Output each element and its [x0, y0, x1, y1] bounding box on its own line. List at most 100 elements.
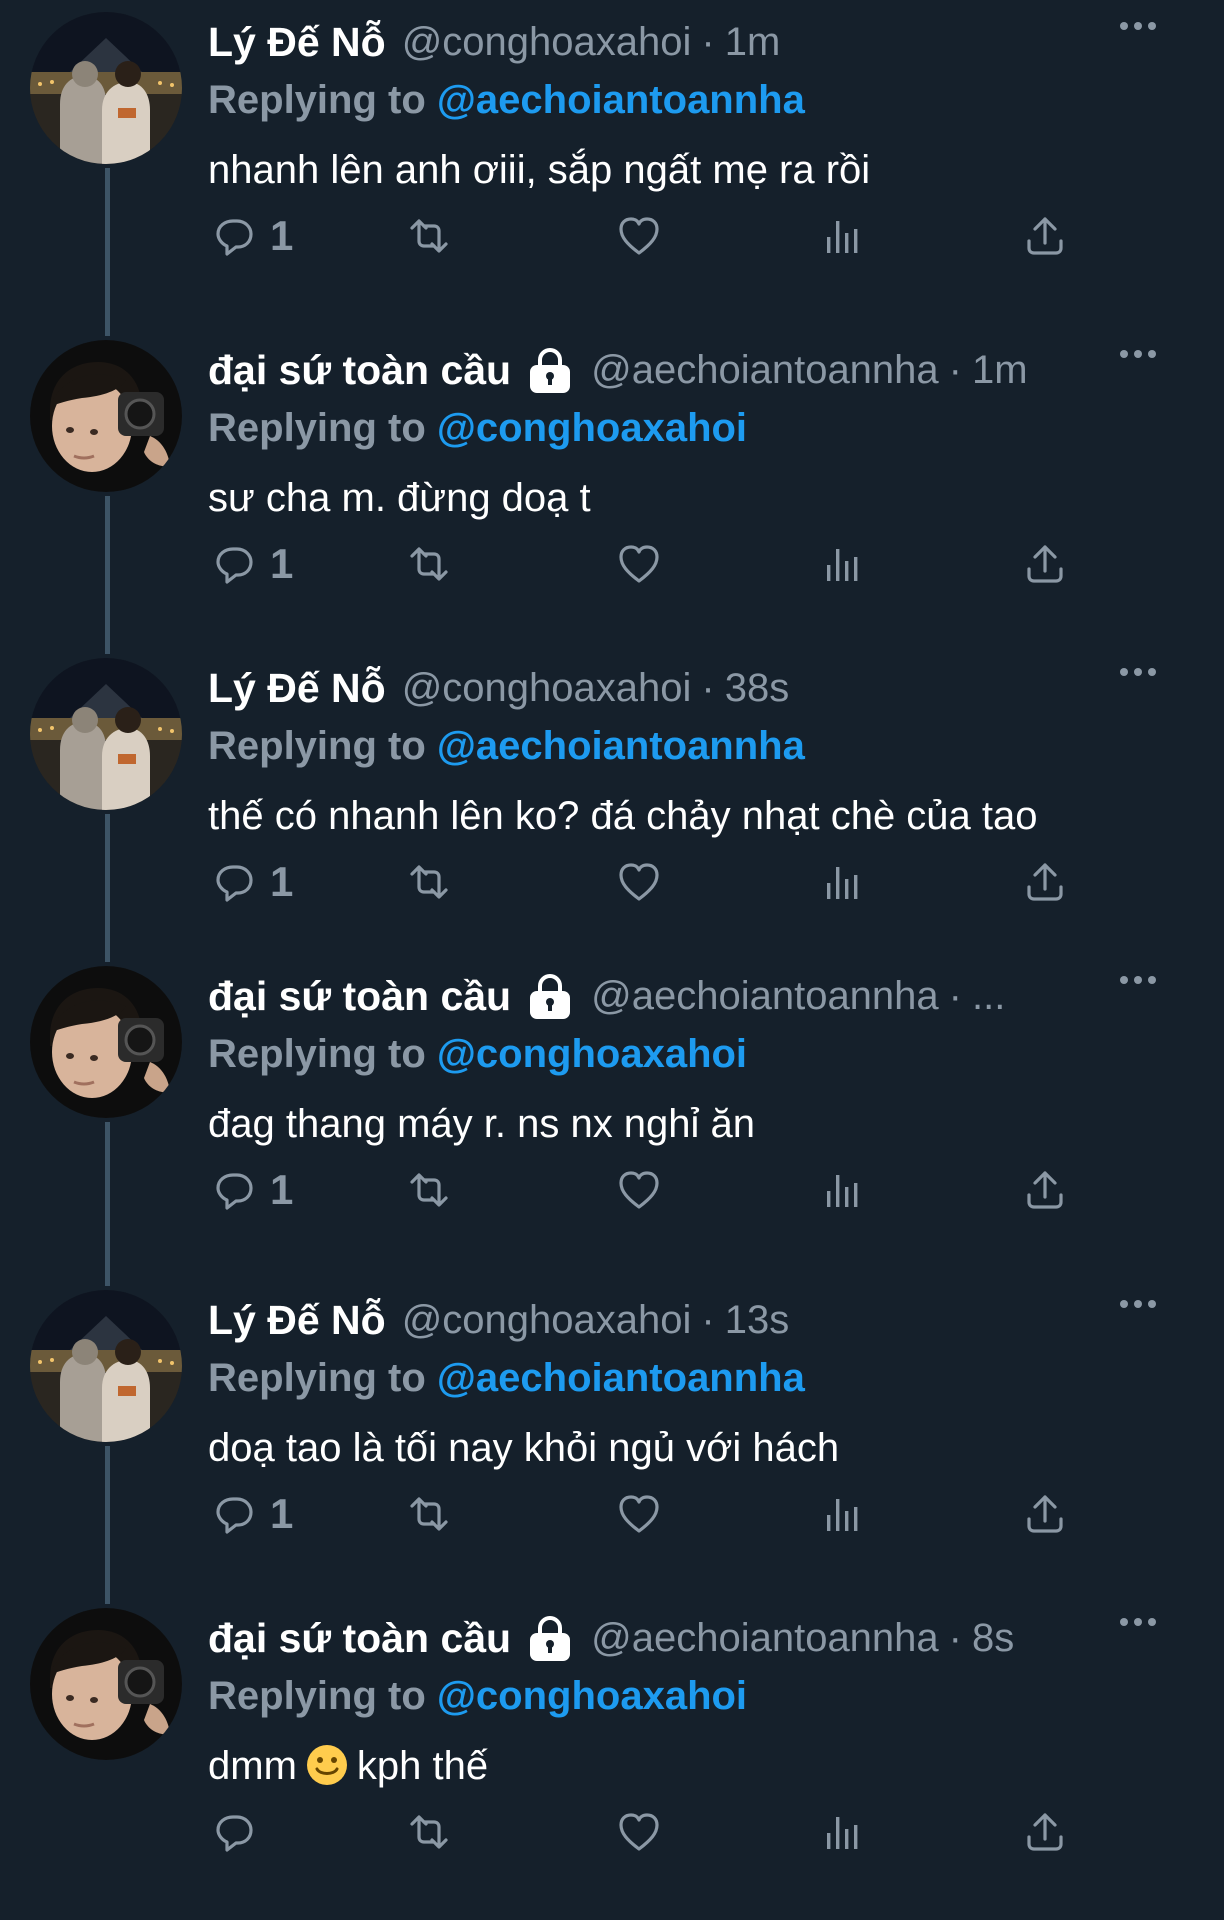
- share-button[interactable]: [1022, 208, 1068, 264]
- timestamp[interactable]: 8s: [972, 1616, 1014, 1661]
- views-button[interactable]: [820, 536, 866, 592]
- more-icon[interactable]: [1118, 16, 1158, 36]
- timestamp[interactable]: 1m: [972, 348, 1028, 393]
- replying-to-mention[interactable]: @conghoaxahoi: [437, 1032, 747, 1076]
- user-handle[interactable]: @aechoiantoannha: [591, 974, 939, 1019]
- analytics-icon: [820, 859, 866, 905]
- tweet[interactable]: đại sứ toàn cầu @aechoiantoannha ·... Reply…: [0, 966, 1224, 1290]
- user-handle[interactable]: @conghoaxahoi: [402, 20, 692, 65]
- display-name[interactable]: Lý Đế Nỗ: [208, 1297, 386, 1344]
- reply-count: 1: [270, 1490, 294, 1537]
- more-icon[interactable]: [1118, 1294, 1158, 1314]
- replying-to-mention[interactable]: @aechoiantoannha: [437, 78, 805, 122]
- tweet-header: Lý Đế Nỗ @conghoaxahoi · 13s: [208, 1290, 1208, 1350]
- tweet-body: Lý Đế Nỗ @conghoaxahoi · 38s Replying to @ae…: [208, 658, 1208, 846]
- more-icon[interactable]: [1118, 970, 1158, 990]
- avatar-conghoaxahoi[interactable]: [30, 1290, 182, 1442]
- display-name[interactable]: Lý Đế Nỗ: [208, 665, 386, 712]
- display-name[interactable]: đại sứ toàn cầu: [208, 347, 511, 394]
- retweet-button[interactable]: [406, 854, 452, 910]
- user-handle[interactable]: @conghoaxahoi: [402, 1298, 692, 1343]
- more-icon[interactable]: [1118, 662, 1158, 682]
- heart-icon: [616, 1809, 662, 1855]
- like-button[interactable]: [616, 1486, 662, 1542]
- views-button[interactable]: [820, 1486, 866, 1542]
- replying-to-mention[interactable]: @aechoiantoannha: [437, 724, 805, 768]
- like-button[interactable]: [616, 536, 662, 592]
- analytics-icon: [820, 1809, 866, 1855]
- reply-button[interactable]: 1: [210, 1486, 293, 1542]
- avatar-conghoaxahoi[interactable]: [30, 12, 182, 164]
- user-handle[interactable]: @conghoaxahoi: [402, 666, 692, 711]
- reply-icon: [210, 541, 256, 587]
- reply-icon: [210, 859, 256, 905]
- reply-button[interactable]: 1: [210, 854, 293, 910]
- user-handle[interactable]: @aechoiantoannha: [591, 1616, 939, 1661]
- lock-icon: [525, 345, 575, 395]
- timestamp[interactable]: 38s: [725, 666, 790, 711]
- replying-to-mention[interactable]: @conghoaxahoi: [437, 406, 747, 450]
- like-button[interactable]: [616, 1804, 662, 1860]
- reply-button[interactable]: 1: [210, 208, 293, 264]
- lock-icon: [525, 971, 575, 1021]
- timestamp[interactable]: ...: [972, 974, 1005, 1019]
- avatar-aechoiantoannha[interactable]: [30, 340, 182, 492]
- like-button[interactable]: [616, 854, 662, 910]
- retweet-button[interactable]: [406, 536, 452, 592]
- retweet-button[interactable]: [406, 1162, 452, 1218]
- share-button[interactable]: [1022, 1486, 1068, 1542]
- tweet-actions: 1: [208, 1162, 1088, 1218]
- tweet-body: đại sứ toàn cầu @aechoiantoannha · 8s Replyi…: [208, 1608, 1208, 1796]
- share-button[interactable]: [1022, 536, 1068, 592]
- views-button[interactable]: [820, 208, 866, 264]
- tweet[interactable]: đại sứ toàn cầu @aechoiantoannha · 1m Replyi…: [0, 340, 1224, 658]
- avatar-conghoaxahoi[interactable]: [30, 658, 182, 810]
- avatar-aechoiantoannha[interactable]: [30, 966, 182, 1118]
- tweet[interactable]: Lý Đế Nỗ @conghoaxahoi · 1m Replying to @aec…: [0, 12, 1224, 340]
- reply-icon: [210, 1491, 256, 1537]
- tweet-text: doạ tao là tối nay khỏi ngủ với hách: [208, 1426, 840, 1470]
- conversation-thread: Lý Đế Nỗ @conghoaxahoi · 1m Replying to @aec…: [0, 0, 1224, 1920]
- retweet-button[interactable]: [406, 208, 452, 264]
- tweet-header: Lý Đế Nỗ @conghoaxahoi · 1m: [208, 12, 1208, 72]
- like-button[interactable]: [616, 208, 662, 264]
- views-button[interactable]: [820, 1804, 866, 1860]
- tweet[interactable]: Lý Đế Nỗ @conghoaxahoi · 38s Replying to @ae…: [0, 658, 1224, 966]
- replying-to: Replying to @conghoaxahoi: [208, 1668, 1208, 1724]
- retweet-icon: [406, 859, 452, 905]
- retweet-button[interactable]: [406, 1804, 452, 1860]
- separator-dot: ·: [701, 1297, 715, 1342]
- user-handle[interactable]: @aechoiantoannha: [591, 348, 939, 393]
- tweet-text-end: kph thế: [356, 1744, 489, 1788]
- display-name[interactable]: đại sứ toàn cầu: [208, 973, 511, 1020]
- tweet[interactable]: đại sứ toàn cầu @aechoiantoannha · 8s Replyi…: [0, 1608, 1224, 1920]
- like-button[interactable]: [616, 1162, 662, 1218]
- replying-to-mention[interactable]: @conghoaxahoi: [437, 1674, 747, 1718]
- share-button[interactable]: [1022, 1804, 1068, 1860]
- thread-line: [105, 814, 110, 962]
- avatar-aechoiantoannha[interactable]: [30, 1608, 182, 1760]
- reply-button[interactable]: 1: [210, 536, 293, 592]
- reply-button[interactable]: [210, 1804, 270, 1860]
- tweet[interactable]: Lý Đế Nỗ @conghoaxahoi · 13s Replying to @ae…: [0, 1290, 1224, 1608]
- replying-to-label: Replying to: [208, 1674, 426, 1718]
- display-name[interactable]: đại sứ toàn cầu: [208, 1615, 511, 1662]
- replying-to: Replying to @aechoiantoannha: [208, 718, 1208, 774]
- views-button[interactable]: [820, 1162, 866, 1218]
- display-name[interactable]: Lý Đế Nỗ: [208, 19, 386, 66]
- share-button[interactable]: [1022, 1162, 1068, 1218]
- more-icon[interactable]: [1118, 344, 1158, 364]
- more-icon[interactable]: [1118, 1612, 1158, 1632]
- reply-button[interactable]: 1: [210, 1162, 293, 1218]
- analytics-icon: [820, 541, 866, 587]
- retweet-icon: [406, 1167, 452, 1213]
- replying-to-mention[interactable]: @aechoiantoannha: [437, 1356, 805, 1400]
- timestamp[interactable]: 13s: [725, 1298, 790, 1343]
- share-button[interactable]: [1022, 854, 1068, 910]
- views-button[interactable]: [820, 854, 866, 910]
- timestamp[interactable]: 1m: [725, 20, 781, 65]
- separator-dot: ·: [948, 973, 962, 1018]
- tweet-body: đại sứ toàn cầu @aechoiantoannha · 1m Replyi…: [208, 340, 1208, 528]
- tweet-text: sư cha m. đừng doạ t: [208, 476, 591, 520]
- retweet-button[interactable]: [406, 1486, 452, 1542]
